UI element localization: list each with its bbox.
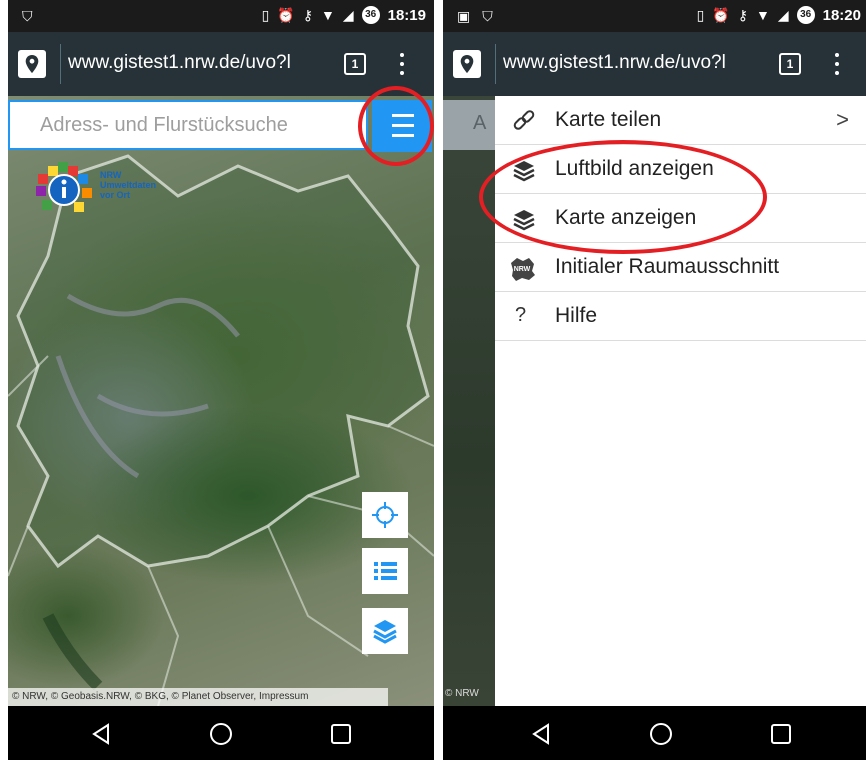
menu-item-show-map[interactable]: Karte anzeigen: [495, 194, 866, 243]
dimmed-attribution: © NRW: [445, 688, 479, 699]
logo-line-1: NRW: [100, 170, 122, 180]
layers-icon: [513, 210, 535, 231]
side-menu: Karte teilen > Luftbild anzeigen Karte a…: [495, 96, 866, 706]
notification-shield-icon: ⛉: [482, 8, 493, 24]
wifi-icon: ▼: [320, 7, 335, 23]
dimmed-search-box: A: [443, 100, 495, 150]
tab-switcher-button[interactable]: 1: [779, 53, 801, 75]
tab-switcher-button[interactable]: 1: [344, 53, 366, 75]
layers-icon: [373, 620, 397, 644]
menu-item-initial-extent[interactable]: NRW Initialer Raumausschnitt: [495, 243, 866, 292]
notification-shield-icon: ⛉: [22, 8, 33, 24]
vpn-key-icon: ⚷: [737, 7, 748, 23]
overflow-menu-icon[interactable]: [829, 49, 845, 79]
url-divider: [495, 44, 496, 84]
menu-item-aerial-view[interactable]: Luftbild anzeigen: [495, 145, 866, 194]
clock: 18:19: [387, 6, 426, 24]
menu-label: Luftbild anzeigen: [555, 157, 714, 180]
home-icon[interactable]: [648, 721, 674, 747]
wifi-icon: ▼: [755, 7, 770, 23]
overflow-menu-icon[interactable]: [394, 49, 410, 79]
image-notification-icon: ▣: [457, 8, 471, 24]
home-icon[interactable]: [208, 721, 234, 747]
android-nav-bar: [443, 706, 866, 760]
menu-label: Karte anzeigen: [555, 206, 697, 229]
chevron-right-icon: >: [836, 107, 849, 132]
url-field[interactable]: www.gistest1.nrw.de/uvo?l: [68, 52, 348, 74]
menu-label: Initialer Raumausschnitt: [555, 255, 780, 278]
url-field[interactable]: www.gistest1.nrw.de/uvo?l: [503, 52, 783, 74]
link-icon: [513, 110, 535, 130]
alarm-icon: ⏰: [277, 7, 295, 23]
menu-label: Karte teilen: [555, 108, 662, 131]
android-nav-bar: [8, 706, 434, 760]
list-icon: [374, 562, 397, 580]
status-bar: ⛉ ▯ ⏰ ⚷ ▼ ◢ 36 18:19: [8, 0, 434, 32]
signal-icon: ◢: [342, 7, 354, 23]
recents-icon[interactable]: [768, 721, 794, 747]
menu-item-help[interactable]: ? Hilfe: [495, 292, 866, 341]
back-icon[interactable]: [88, 721, 114, 747]
menu-item-share-map[interactable]: Karte teilen >: [495, 96, 866, 145]
layers-icon: [513, 161, 535, 182]
clock: 18:20: [822, 6, 861, 24]
left-screen: ⛉ ▯ ⏰ ⚷ ▼ ◢ 36 18:19 www.gistest1.nrw.de…: [8, 0, 434, 760]
legend-list-button[interactable]: [362, 548, 408, 594]
vibrate-icon: ▯: [696, 7, 705, 23]
nrw-umweltdaten-logo: NRW Umweltdaten vor Ort: [34, 160, 157, 220]
right-screen: ▣ ⛉ ▯ ⏰ ⚷ ▼ ◢ 36 18:20 www.gistest1.nrw.…: [443, 0, 866, 760]
layers-button[interactable]: [362, 608, 408, 654]
map-attribution[interactable]: © NRW, © Geobasis.NRW, © BKG, © Planet O…: [8, 688, 388, 706]
nrw-shape-icon: NRW: [511, 258, 535, 281]
battery-icon: 36: [796, 6, 815, 24]
vibrate-icon: ▯: [261, 7, 270, 23]
back-icon[interactable]: [528, 721, 554, 747]
location-icon[interactable]: [453, 50, 481, 78]
menu-label: Hilfe: [555, 304, 598, 327]
logo-line-3: vor Ort: [100, 190, 131, 200]
dimmed-map[interactable]: [443, 96, 495, 706]
help-icon: ?: [515, 304, 527, 326]
locate-me-button[interactable]: [362, 492, 408, 538]
nrw-icon-text: NRW: [514, 266, 531, 273]
vpn-key-icon: ⚷: [302, 7, 313, 23]
location-icon[interactable]: [18, 50, 46, 78]
browser-toolbar: www.gistest1.nrw.de/uvo?l 1: [443, 32, 866, 96]
browser-toolbar: www.gistest1.nrw.de/uvo?l 1: [8, 32, 434, 96]
signal-icon: ◢: [777, 7, 789, 23]
battery-icon: 36: [361, 6, 380, 24]
menu-button[interactable]: [372, 100, 432, 152]
url-divider: [60, 44, 61, 84]
logo-line-2: Umweltdaten: [100, 180, 157, 190]
address-search-box[interactable]: [8, 100, 368, 150]
hamburger-icon: [392, 114, 414, 117]
address-search-input[interactable]: [10, 102, 366, 148]
status-bar: ▣ ⛉ ▯ ⏰ ⚷ ▼ ◢ 36 18:20: [443, 0, 866, 32]
search-fragment: A: [473, 112, 487, 134]
alarm-icon: ⏰: [712, 7, 730, 23]
crosshair-icon: [372, 502, 398, 528]
recents-icon[interactable]: [328, 721, 354, 747]
